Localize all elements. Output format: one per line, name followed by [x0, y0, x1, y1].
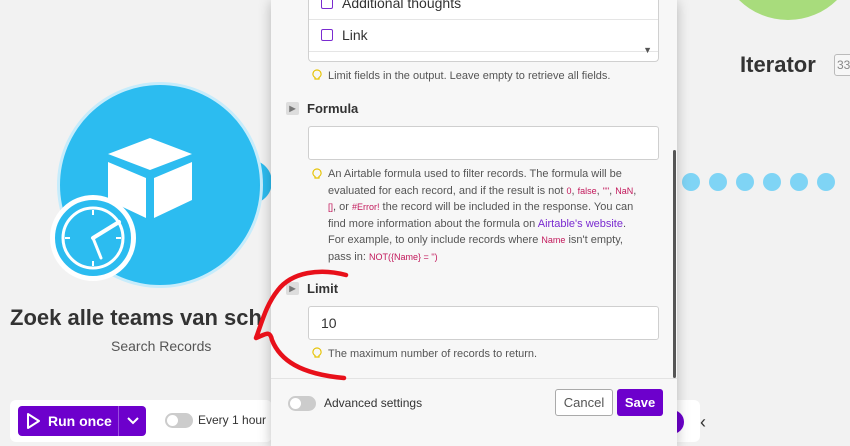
panel-footer: Advanced settings Cancel Save	[271, 378, 677, 446]
formula-hint-line: evaluated for each record, and if the re…	[328, 184, 637, 197]
formula-hint-text: pass in:	[328, 250, 369, 263]
chevron-down-icon	[126, 417, 139, 425]
route-connector-dots	[682, 173, 835, 191]
run-once-button[interactable]: Run once	[18, 406, 118, 436]
field-option-label: Additional thoughts	[342, 0, 462, 11]
field-option-label: Link	[342, 26, 368, 43]
field-option[interactable]: Additional thoughts	[309, 0, 658, 20]
lightbulb-icon	[312, 168, 322, 179]
fields-hint: Limit fields in the output. Leave empty …	[328, 70, 611, 82]
module-node-title[interactable]: Zoek alle teams van sch	[10, 305, 262, 331]
limit-hint: The maximum number of records to return.	[328, 348, 538, 360]
limit-input[interactable]: 10	[308, 306, 659, 340]
chevron-right-icon: ▶	[286, 282, 299, 295]
lightbulb-icon	[312, 347, 322, 358]
iterator-node-badge: 33	[834, 54, 850, 76]
list-scroll-down-icon[interactable]: ▼	[643, 45, 652, 55]
field-option[interactable]: Link	[309, 18, 658, 52]
formula-input[interactable]	[308, 126, 659, 160]
formula-hint-line: An Airtable formula used to filter recor…	[328, 168, 622, 180]
lightbulb-icon	[312, 69, 322, 80]
formula-label: Formula	[307, 101, 359, 116]
airtable-website-link[interactable]: Airtable's website	[538, 218, 623, 230]
cancel-button[interactable]: Cancel	[555, 389, 613, 416]
code-zero: 0	[566, 185, 572, 196]
code-error: #Error!	[351, 202, 380, 212]
run-options-button[interactable]	[118, 406, 146, 436]
schedule-toggle[interactable]	[165, 413, 193, 428]
formula-hint-text: isn't empty,	[565, 234, 623, 246]
formula-hint-text: evaluated for each record, and if the re…	[328, 184, 567, 197]
run-once-label: Run once	[48, 413, 112, 429]
advanced-settings-label[interactable]: Advanced settings	[324, 396, 422, 410]
formula-hint-line: For example, to only include records whe…	[328, 232, 658, 249]
formula-hint-text: the record will be included in the respo…	[379, 201, 634, 213]
formula-hint-text: For example, to only include records whe…	[328, 234, 542, 246]
chevron-right-icon: ▶	[286, 102, 299, 115]
code-empty-array: []	[328, 202, 334, 212]
code-example: NOT({Name} = '')	[368, 251, 438, 262]
iterator-node-title: Iterator	[740, 52, 816, 77]
formula-hint-line: pass in: NOT({Name} = '')	[328, 249, 658, 266]
code-false: false	[577, 185, 597, 196]
output-fields-list[interactable]: Additional thoughts Link ▼	[308, 0, 659, 62]
module-node-subtitle: Search Records	[111, 338, 212, 354]
clock-icon	[50, 195, 136, 281]
schedule-label[interactable]: Every 1 hour	[198, 413, 266, 427]
collapse-chevron-icon[interactable]: ‹	[700, 412, 706, 433]
formula-hint-line: find more information about the formula …	[328, 217, 627, 230]
code-nan: NaN	[615, 185, 634, 196]
checkbox[interactable]	[321, 0, 333, 9]
checkbox[interactable]	[321, 28, 333, 41]
formula-hint-line: [], or #Error! the record will be includ…	[328, 201, 634, 213]
panel-scrollbar[interactable]	[673, 150, 676, 378]
code-name: Name	[541, 235, 566, 245]
formula-hint: An Airtable formula used to filter recor…	[328, 166, 658, 265]
code-empty-string: ""	[602, 185, 610, 196]
play-icon	[27, 413, 40, 429]
save-button[interactable]: Save	[617, 389, 663, 416]
module-settings-panel: Additional thoughts Link ▼ Limit fields …	[271, 0, 677, 446]
formula-section-header[interactable]: ▶ Formula	[286, 101, 358, 116]
limit-section-header[interactable]: ▶ Limit	[286, 281, 338, 296]
limit-label: Limit	[307, 281, 339, 296]
formula-hint-text: find more information about the formula …	[328, 217, 538, 230]
advanced-settings-toggle[interactable]	[288, 396, 316, 411]
